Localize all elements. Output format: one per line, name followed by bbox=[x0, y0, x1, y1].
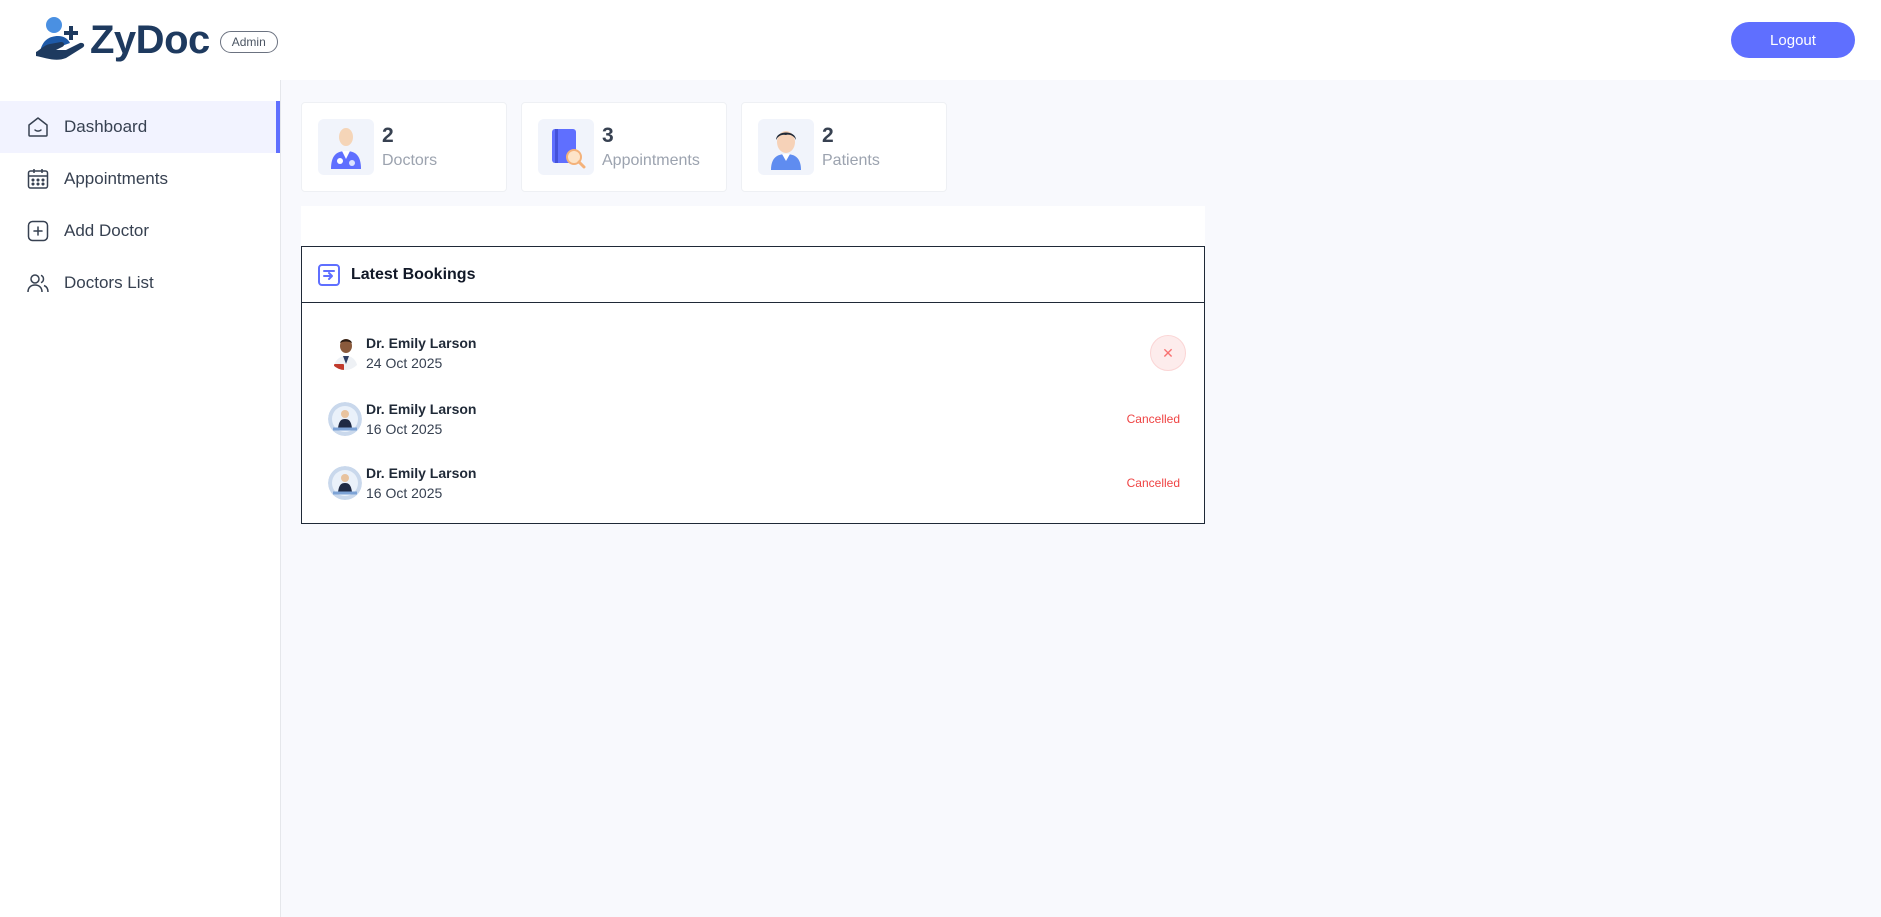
role-badge: Admin bbox=[219, 31, 278, 53]
status-badge: Cancelled bbox=[1126, 476, 1180, 490]
cancel-appointment-button[interactable]: ✕ bbox=[1150, 335, 1186, 371]
doctor-name: Dr. Emily Larson bbox=[366, 465, 477, 481]
doctor-name: Dr. Emily Larson bbox=[366, 401, 477, 417]
home-icon bbox=[28, 117, 48, 137]
calendar-icon bbox=[27, 169, 49, 189]
main-content: 2 Doctors 3 Appointments 2 Patients Late… bbox=[281, 80, 1881, 917]
stat-card-patients[interactable]: 2 Patients bbox=[741, 102, 947, 192]
avatar bbox=[328, 336, 362, 370]
stat-label: Appointments bbox=[602, 151, 700, 169]
stat-label: Patients bbox=[822, 151, 880, 169]
sidebar-item-doctors-list[interactable]: Doctors List bbox=[0, 257, 280, 309]
sidebar-item-add-doctor[interactable]: Add Doctor bbox=[0, 205, 280, 257]
status-badge: Cancelled bbox=[1126, 412, 1180, 426]
stat-value: 3 bbox=[602, 124, 614, 148]
stat-value: 2 bbox=[822, 124, 834, 148]
avatar bbox=[328, 466, 362, 500]
top-navbar: ZyDoc Admin Logout bbox=[0, 0, 1881, 80]
zydoc-logo-icon bbox=[36, 17, 85, 60]
appointment-book-icon bbox=[552, 129, 586, 169]
stat-card-doctors[interactable]: 2 Doctors bbox=[301, 102, 507, 192]
stat-label: Doctors bbox=[382, 151, 438, 169]
brand: ZyDoc Admin bbox=[32, 12, 278, 68]
sidebar: Dashboard Appointments Add Doctor Doctor… bbox=[0, 80, 281, 917]
stat-value: 2 bbox=[382, 124, 394, 148]
avatar bbox=[328, 402, 362, 436]
logout-button[interactable]: Logout bbox=[1731, 22, 1855, 58]
sidebar-item-dashboard[interactable]: Dashboard bbox=[0, 101, 280, 153]
latest-bookings-header: Latest Bookings bbox=[302, 247, 1204, 303]
latest-bookings-panel: Latest Bookings Dr. Emily Larson 24 Oct … bbox=[301, 246, 1205, 524]
sidebar-item-label: Appointments bbox=[64, 169, 168, 188]
list-item: Dr. Emily Larson 16 Oct 2025 Cancelled bbox=[302, 387, 1204, 451]
sidebar-item-appointments[interactable]: Appointments bbox=[0, 153, 280, 205]
sidebar-item-label: Dashboard bbox=[64, 117, 148, 136]
doctor-name: Dr. Emily Larson bbox=[366, 335, 477, 351]
doctor-icon bbox=[331, 128, 361, 169]
stat-card-appointments[interactable]: 3 Appointments bbox=[521, 102, 727, 192]
bookings-list: Dr. Emily Larson 24 Oct 2025 ✕ Dr. Emily… bbox=[302, 303, 1204, 523]
plus-square-icon bbox=[27, 220, 49, 242]
stats-row: 2 Doctors 3 Appointments 2 Patients bbox=[301, 102, 1881, 192]
list-item: Dr. Emily Larson 24 Oct 2025 ✕ bbox=[302, 319, 1204, 387]
latest-bookings-title: Latest Bookings bbox=[351, 265, 476, 283]
brand-name: ZyDoc bbox=[90, 17, 210, 62]
list-icon bbox=[318, 263, 340, 286]
patient-icon bbox=[771, 131, 801, 170]
list-item: Dr. Emily Larson 16 Oct 2025 Cancelled bbox=[302, 451, 1204, 515]
close-icon: ✕ bbox=[1162, 344, 1174, 361]
dashboard-panel-top bbox=[301, 206, 1205, 246]
booking-date: 16 Oct 2025 bbox=[366, 421, 443, 437]
booking-date: 16 Oct 2025 bbox=[366, 485, 443, 501]
sidebar-item-label: Add Doctor bbox=[64, 221, 150, 240]
people-icon bbox=[27, 274, 49, 293]
sidebar-item-label: Doctors List bbox=[64, 273, 154, 292]
booking-date: 24 Oct 2025 bbox=[366, 355, 443, 371]
